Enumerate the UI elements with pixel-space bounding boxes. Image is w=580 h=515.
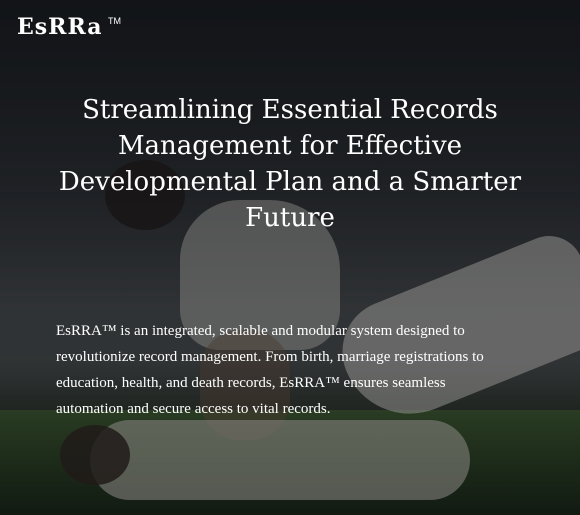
brand-logo[interactable]: EsRRa [17, 14, 102, 40]
hero-description: EsRRA™ is an integrated, scalable and mo… [56, 323, 484, 417]
hero-headline: Streamlining Essential Records Managemen… [58, 95, 522, 233]
hero-background [0, 0, 580, 515]
dark-overlay [0, 0, 580, 515]
trademark-mark: TM [108, 16, 121, 26]
